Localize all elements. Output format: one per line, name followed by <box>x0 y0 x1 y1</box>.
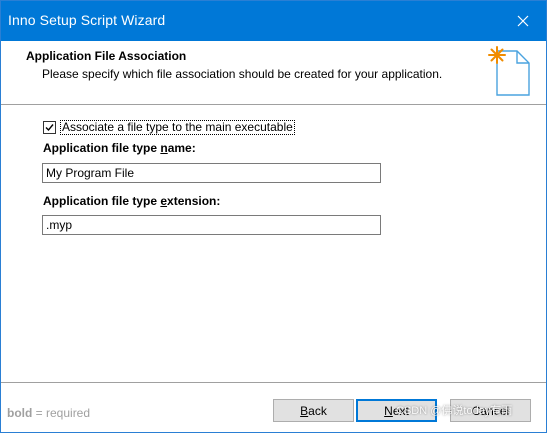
associate-checkbox-row[interactable]: Associate a file type to the main execut… <box>43 120 295 135</box>
checkmark-icon <box>45 124 54 132</box>
close-button[interactable] <box>500 1 546 41</box>
file-type-name-label: Application file type name: <box>43 141 196 155</box>
close-icon <box>517 15 529 27</box>
next-button[interactable]: Next <box>356 399 437 422</box>
back-button[interactable]: Back <box>273 399 354 422</box>
wizard-document-sparkle-icon <box>488 46 530 96</box>
footer-bar: bold = required Back Next Cancel <box>1 382 546 432</box>
window-title: Inno Setup Script Wizard <box>8 12 166 28</box>
associate-checkbox-label[interactable]: Associate a file type to the main execut… <box>60 120 295 135</box>
page-title: Application File Association <box>26 49 187 63</box>
header-panel: Application File Association Please spec… <box>1 41 546 105</box>
title-bar: Inno Setup Script Wizard <box>1 1 546 41</box>
required-legend: bold = required <box>7 406 91 420</box>
wizard-window: Inno Setup Script Wizard Application Fil… <box>0 0 547 433</box>
associate-checkbox[interactable] <box>43 121 56 134</box>
file-type-name-input[interactable]: My Program File <box>42 163 381 183</box>
cancel-button[interactable]: Cancel <box>450 399 531 422</box>
page-subtitle: Please specify which file association sh… <box>42 67 443 81</box>
file-type-extension-input[interactable]: .myp <box>42 215 381 235</box>
file-type-extension-label: Application file type extension: <box>43 194 221 208</box>
content-area: Associate a file type to the main execut… <box>1 105 546 382</box>
